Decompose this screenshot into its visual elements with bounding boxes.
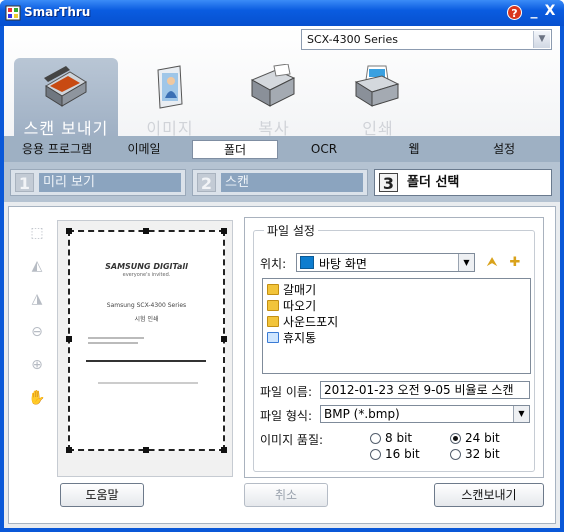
model-select[interactable]: SCX-4300 Series ▼ <box>301 29 552 50</box>
page-text-line <box>88 337 144 339</box>
crop-handle[interactable] <box>66 447 72 453</box>
radio-dot <box>370 433 381 444</box>
folder-icon <box>267 284 279 295</box>
step-scan[interactable]: 2 스캔 <box>192 169 368 196</box>
page-brand: SAMSUNG DIGITall <box>105 262 188 271</box>
subnav-email[interactable]: 이메일 <box>112 140 176 159</box>
cancel-button[interactable]: 취소 <box>244 483 328 507</box>
step-select-folder[interactable]: 3 폴더 선택 <box>374 169 552 196</box>
copier-icon <box>250 64 296 107</box>
crop-handle[interactable] <box>221 447 227 453</box>
crop-handle[interactable] <box>66 336 72 342</box>
location-value: 바탕 화면 <box>319 257 367 271</box>
zoom-in-icon[interactable]: ⊕ <box>26 354 48 376</box>
crop-handle[interactable] <box>221 336 227 342</box>
folder-name: 사운드포지 <box>283 315 339 329</box>
radio-label: 32 bit <box>465 447 500 461</box>
folder-name: 따오기 <box>283 299 317 313</box>
minimize-button[interactable]: _ <box>527 3 541 21</box>
scanned-page[interactable]: SAMSUNG DIGITall everyone's invited. Sam… <box>66 228 227 453</box>
step-label: 스캔 <box>221 173 363 192</box>
client-area: SCX-4300 Series ▼ 스캔 보내기 이미지 복사 인쇄 응용 프로… <box>4 26 560 528</box>
chevron-down-icon[interactable]: ▼ <box>513 406 529 422</box>
close-button[interactable]: X <box>543 3 557 21</box>
radio-label: 16 bit <box>385 447 420 461</box>
radio-dot <box>450 433 461 444</box>
page-rule <box>86 360 206 362</box>
scan-preview: SAMSUNG DIGITall everyone's invited. Sam… <box>57 220 233 477</box>
header-area: SCX-4300 Series ▼ 스캔 보내기 이미지 복사 인쇄 <box>4 26 560 138</box>
zoom-out-icon[interactable]: ⊖ <box>26 321 48 343</box>
page-subheading: 시험 인쇄 <box>134 316 159 323</box>
format-label: 파일 형식: <box>260 409 313 423</box>
crop-handle[interactable] <box>221 228 227 234</box>
step-number: 3 <box>379 173 398 193</box>
subnav-folder[interactable]: 폴더 <box>192 140 278 159</box>
rotate-left-icon[interactable]: ◭ <box>26 255 48 277</box>
location-label: 위치: <box>260 257 287 271</box>
subnav-ocr[interactable]: OCR <box>294 140 354 159</box>
window-title: SmarThru <box>24 5 91 19</box>
file-settings-group: 파일 설정 위치: 바탕 화면 ▼ ⮝ ✚ 갈매기 따오기 사운드포지 휴지통 … <box>253 222 535 472</box>
scan-main-panel: ⬚ ◭ ◮ ⊖ ⊕ ✋ SAMSUNG DIGITall everyone's … <box>8 206 556 524</box>
radio-label: 24 bit <box>465 431 500 445</box>
tab-print[interactable]: 인쇄 <box>326 58 430 138</box>
step-number: 1 <box>15 173 34 193</box>
image-person-icon <box>157 65 183 109</box>
help-icon[interactable]: ? <box>507 5 522 20</box>
chevron-down-icon[interactable]: ▼ <box>458 254 474 271</box>
desktop-icon <box>300 256 314 269</box>
step-number: 2 <box>197 173 216 193</box>
recycle-bin-icon <box>267 332 279 343</box>
page-tagline: everyone's invited. <box>122 272 171 278</box>
new-folder-icon[interactable]: ✚ <box>506 254 524 272</box>
quality-label: 이미지 품질: <box>260 433 324 447</box>
folder-icon <box>267 316 279 327</box>
file-settings-panel: 파일 설정 위치: 바탕 화면 ▼ ⮝ ✚ 갈매기 따오기 사운드포지 휴지통 … <box>244 217 544 478</box>
folder-list[interactable]: 갈매기 따오기 사운드포지 휴지통 <box>262 278 531 374</box>
subnav-web[interactable]: 웹 <box>384 140 444 159</box>
radio-dot <box>450 449 461 460</box>
app-icon <box>5 5 21 21</box>
tab-scan-send[interactable]: 스캔 보내기 <box>14 58 118 138</box>
scanner-icon <box>44 66 87 107</box>
model-select-value: SCX-4300 Series <box>307 33 398 46</box>
tab-image[interactable]: 이미지 <box>118 58 222 138</box>
step-label: 폴더 선택 <box>403 173 547 192</box>
location-select[interactable]: 바탕 화면 ▼ <box>296 253 475 272</box>
send-scan-button[interactable]: 스캔보내기 <box>434 483 544 507</box>
wizard-steps: 1 미리 보기 2 스캔 3 폴더 선택 <box>4 162 560 202</box>
crop-handle[interactable] <box>143 228 149 234</box>
filename-input[interactable]: 2012-01-23 오전 9-05 비율로 스캔 <box>320 381 530 399</box>
hand-pan-icon[interactable]: ✋ <box>26 387 48 409</box>
title-bar[interactable]: SmarThru ? _ X <box>0 0 564 26</box>
subnav-applications[interactable]: 응용 프로그램 <box>12 140 102 159</box>
tab-copy[interactable]: 복사 <box>222 58 326 138</box>
crop-handle[interactable] <box>66 228 72 234</box>
crop-handle[interactable] <box>143 447 149 453</box>
help-button[interactable]: 도움말 <box>60 483 144 507</box>
folder-up-icon[interactable]: ⮝ <box>483 254 501 272</box>
chevron-down-icon[interactable]: ▼ <box>533 31 550 48</box>
radio-label: 8 bit <box>385 431 413 445</box>
folder-icon <box>267 300 279 311</box>
page-heading: Samsung SCX-4300 Series <box>106 302 187 309</box>
app-window: SmarThru ? _ X SCX-4300 Series ▼ 스캔 보내기 <box>0 0 564 532</box>
step-label: 미리 보기 <box>39 173 181 192</box>
scan-destination-nav: 응용 프로그램 이메일 폴더 OCR 웹 설정 <box>4 136 560 162</box>
printer-icon <box>354 65 400 107</box>
subnav-settings[interactable]: 설정 <box>474 140 534 159</box>
file-settings-title: 파일 설정 <box>264 222 318 239</box>
format-value: BMP (*.bmp) <box>324 407 400 421</box>
select-area-icon[interactable]: ⬚ <box>26 222 48 244</box>
folder-name: 갈매기 <box>283 283 317 297</box>
folder-name: 휴지통 <box>283 331 317 345</box>
step-preview[interactable]: 1 미리 보기 <box>10 169 186 196</box>
rotate-right-icon[interactable]: ◮ <box>26 288 48 310</box>
format-select[interactable]: BMP (*.bmp) ▼ <box>320 405 530 423</box>
page-text-line <box>98 382 198 384</box>
page-text-line <box>88 342 138 344</box>
filename-label: 파일 이름: <box>260 385 313 399</box>
radio-dot <box>370 449 381 460</box>
